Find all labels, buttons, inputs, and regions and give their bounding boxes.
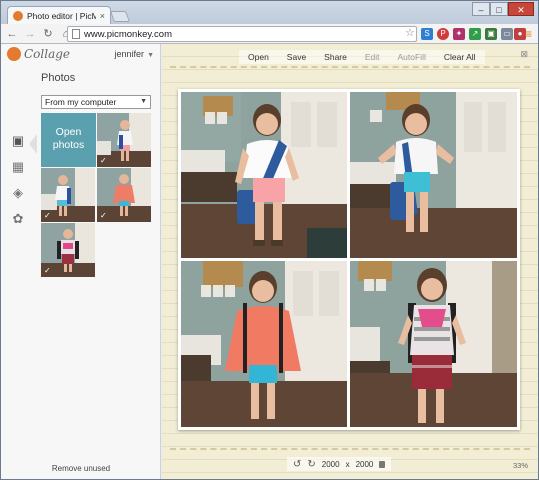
extension-icon[interactable]: S [421, 28, 433, 40]
page-icon [72, 29, 80, 39]
tab-close-icon[interactable]: × [100, 11, 105, 21]
forward-arrow-icon[interactable]: → [23, 28, 37, 40]
used-check-icon: ✓ [100, 156, 107, 165]
maximize-button[interactable]: □ [490, 2, 508, 16]
divider [170, 66, 530, 68]
open-photos-label-1: Open [55, 126, 82, 138]
canvas-height[interactable]: 2000 [356, 460, 374, 469]
back-arrow-icon[interactable]: ← [5, 28, 19, 40]
collage-cell[interactable] [181, 261, 347, 427]
top-menu: Open Save Share Edit AutoFill Clear All [239, 50, 485, 64]
extension-icon[interactable]: ▣ [485, 28, 497, 40]
picmonkey-favicon-icon [13, 10, 23, 21]
open-photos-button[interactable]: Open photos [41, 113, 96, 167]
layouts-tool-icon[interactable]: ▦ [1, 154, 35, 180]
stickers-tool-icon[interactable]: ✿ [1, 206, 35, 232]
browser-menu-icon[interactable]: ≡ [525, 27, 532, 41]
rotate-left-icon[interactable]: ↺ [293, 459, 301, 470]
autofill-button[interactable]: AutoFill [389, 50, 435, 64]
monkey-logo-icon [7, 47, 21, 61]
extension-icon[interactable]: ✦ [453, 28, 465, 40]
canvas-footer: ↺ ↻ 2000 x 2000 [287, 457, 392, 471]
user-menu[interactable]: jennifer ▼ [115, 49, 154, 59]
address-bar[interactable]: www.picmonkey.com [67, 26, 417, 42]
new-tab-button[interactable] [109, 11, 131, 22]
canvas-width[interactable]: 2000 [322, 460, 340, 469]
divider [170, 448, 530, 450]
remove-unused-link[interactable]: Remove unused [1, 464, 161, 473]
url-text: www.picmonkey.com [84, 28, 172, 40]
reload-icon[interactable]: ↻ [41, 27, 55, 40]
pinterest-icon[interactable]: P [437, 28, 449, 40]
photo-image [350, 261, 517, 427]
photo-thumbnail[interactable]: ✓ [97, 113, 151, 167]
bookmark-star-icon[interactable]: ☆ [405, 26, 415, 39]
collage-cell[interactable] [350, 92, 517, 258]
tab-photo-editor[interactable]: Photo editor | PicMonkey × [7, 6, 111, 24]
close-window-button[interactable]: ✕ [508, 2, 534, 16]
used-check-icon: ✓ [44, 266, 51, 275]
browser-toolbar: ← → ↻ ⌂ www.picmonkey.com ☆ S P ✦ ↗ ▣ ▭ … [1, 24, 538, 44]
app-logo: Collage [24, 47, 71, 61]
photo-image [181, 261, 347, 427]
window-controls: – □ ✕ [472, 2, 534, 16]
photo-source-select[interactable]: From my computer ▼ [41, 95, 151, 109]
collage-cell[interactable] [350, 261, 517, 427]
photo-thumbnail[interactable]: ✓ [41, 168, 95, 222]
section-title: Photos [41, 72, 76, 84]
close-icon[interactable]: ⊠ [520, 49, 528, 60]
clear-all-button[interactable]: Clear All [435, 50, 485, 64]
collage-canvas[interactable] [178, 89, 520, 430]
save-button[interactable]: Save [278, 50, 315, 64]
chevron-down-icon: ▼ [140, 98, 147, 105]
open-button[interactable]: Open [239, 50, 278, 64]
used-check-icon: ✓ [44, 211, 51, 220]
share-button[interactable]: Share [315, 50, 356, 64]
user-name: jennifer [114, 49, 145, 59]
chevron-down-icon: ▼ [147, 52, 154, 59]
photo-image [350, 92, 517, 258]
rotate-right-icon[interactable]: ↻ [307, 459, 315, 470]
zoom-level[interactable]: 33% [513, 461, 528, 470]
used-check-icon: ✓ [100, 211, 107, 220]
browser-window: Photo editor | PicMonkey × – □ ✕ ← → ↻ ⌂… [0, 0, 539, 480]
collage-cell[interactable] [181, 92, 347, 258]
edit-button[interactable]: Edit [356, 50, 389, 64]
sidebar-header: Collage jennifer ▼ [1, 44, 160, 64]
open-photos-label-2: photos [52, 139, 85, 151]
collage-stage: Open Save Share Edit AutoFill Clear All … [162, 44, 538, 479]
photo-source-value: From my computer [45, 97, 117, 107]
active-tool-pointer [29, 134, 37, 154]
lock-icon[interactable] [379, 460, 386, 468]
photo-thumbnail[interactable]: ✓ [97, 168, 151, 222]
cast-icon[interactable]: ▭ [501, 28, 513, 40]
photo-thumbnail[interactable]: ✓ [41, 223, 95, 277]
minimize-button[interactable]: – [472, 2, 490, 16]
sidebar: Collage jennifer ▼ ▣ ▦ ◈ ✿ Photos From my… [1, 44, 161, 479]
tab-title: Photo editor | PicMonkey [27, 10, 96, 21]
backgrounds-tool-icon[interactable]: ◈ [1, 180, 35, 206]
photo-image [181, 92, 347, 258]
tab-bar: Photo editor | PicMonkey × – □ ✕ [1, 1, 538, 24]
dimension-separator: x [345, 459, 350, 469]
extension-icon[interactable]: ↗ [469, 28, 481, 40]
